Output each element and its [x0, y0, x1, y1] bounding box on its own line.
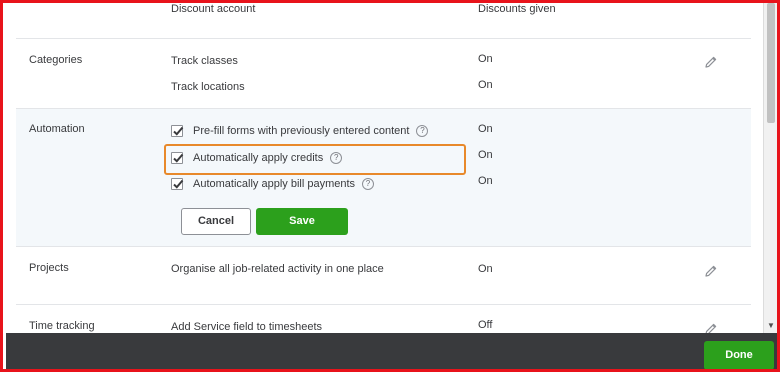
dialog-footer: Done [6, 333, 777, 369]
checkmark-icon [173, 126, 184, 136]
prefill-forms-option[interactable]: Pre-fill forms with previously entered c… [171, 124, 429, 138]
time-tracking-description: Add Service field to timesheets [171, 321, 323, 333]
save-button[interactable]: Save [256, 208, 348, 235]
apply-bill-payments-value: On [478, 175, 493, 187]
help-circle-icon[interactable]: ? [362, 178, 375, 190]
time-tracking-label: Time tracking [29, 320, 95, 332]
apply-bill-payments-label: Automatically apply bill payments [193, 178, 356, 190]
discount-account-label: Discount account [171, 3, 256, 15]
categories-section[interactable]: Categories [16, 39, 751, 108]
automation-label: Automation [29, 123, 85, 135]
track-locations-value: On [478, 79, 493, 91]
divider [16, 304, 751, 305]
chevron-down-icon[interactable]: ▼ [764, 319, 777, 333]
pencil-icon[interactable] [704, 264, 718, 278]
cancel-button[interactable]: Cancel [181, 208, 251, 235]
vertical-scrollbar[interactable]: ▼ [763, 3, 777, 333]
time-tracking-value: Off [478, 319, 493, 331]
checkmark-icon [173, 179, 184, 189]
projects-label: Projects [29, 262, 69, 274]
apply-bill-payments-checkbox[interactable] [171, 178, 184, 190]
done-button[interactable]: Done [704, 341, 774, 369]
settings-dialog: Discount account Discounts given Categor… [0, 0, 780, 372]
projects-description: Organise all job-related activity in one… [171, 263, 384, 275]
apply-credits-value: On [478, 149, 493, 161]
apply-bill-payments-option[interactable]: Automatically apply bill payments ? [171, 177, 375, 191]
divider [16, 108, 751, 109]
pencil-icon[interactable] [704, 55, 718, 69]
projects-value: On [478, 263, 493, 275]
discount-account-value: Discounts given [478, 3, 556, 15]
help-circle-icon[interactable]: ? [416, 125, 429, 137]
track-classes-label: Track classes [171, 55, 238, 67]
settings-content: Discount account Discounts given Categor… [6, 3, 763, 333]
prefill-forms-label: Pre-fill forms with previously entered c… [193, 125, 410, 137]
highlight-box [164, 144, 466, 175]
divider [16, 246, 751, 247]
track-locations-label: Track locations [171, 81, 245, 93]
categories-label: Categories [29, 54, 83, 66]
prefill-forms-value: On [478, 123, 493, 135]
pencil-icon[interactable] [704, 322, 718, 333]
scrollbar-thumb[interactable] [767, 3, 775, 123]
prefill-forms-checkbox[interactable] [171, 125, 184, 137]
track-classes-value: On [478, 53, 493, 65]
